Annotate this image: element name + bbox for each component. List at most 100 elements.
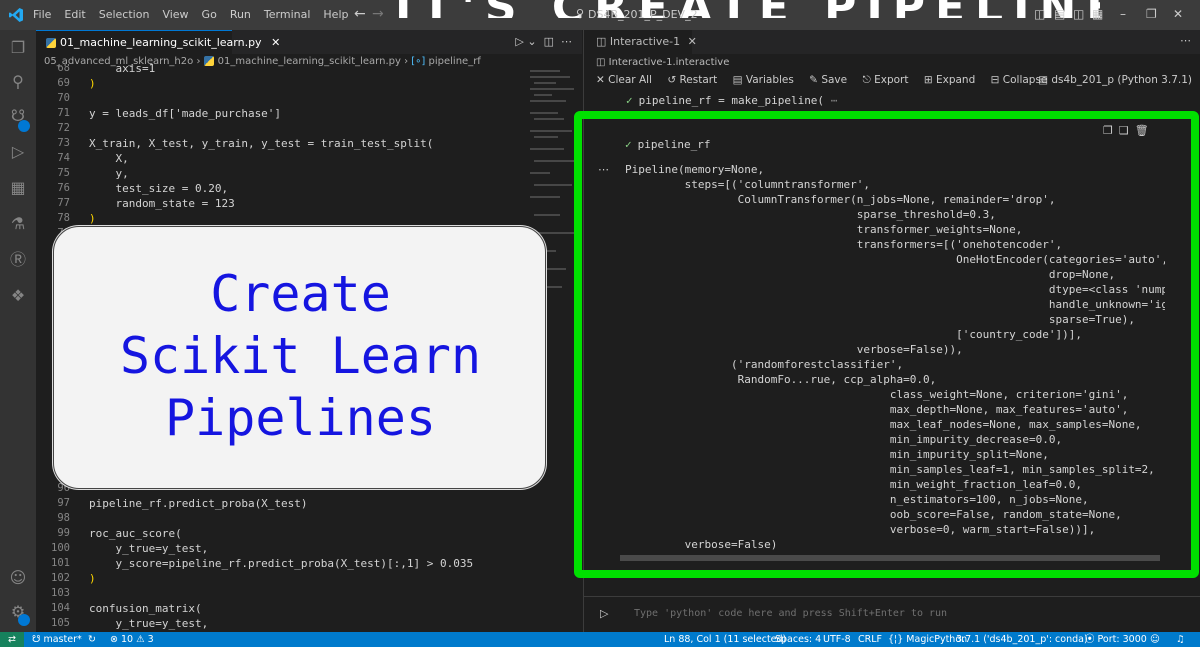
settings-badge-icon	[18, 614, 30, 626]
code-text: y = leads_df['made_purchase']	[89, 107, 282, 120]
line-number: 72	[57, 122, 70, 134]
line-number: 71	[57, 107, 70, 119]
line-number: 77	[57, 197, 70, 209]
accounts-icon[interactable]: ☺	[8, 568, 28, 588]
line-number: 103	[51, 587, 70, 599]
input-placeholder: Type 'python' code here and press Shift+…	[634, 608, 948, 619]
previous-cell-code: pipeline_rf = make_pipeline(	[638, 94, 825, 107]
menu-selection[interactable]: Selection	[99, 8, 150, 21]
output-line: dtype=<class 'numpy.float64	[1048, 283, 1165, 296]
expand-button[interactable]: ⊞ Expand	[924, 74, 975, 86]
line-number: 104	[51, 602, 70, 614]
close-window-icon[interactable]: ✕	[1173, 7, 1183, 21]
eol-status[interactable]: CRLF	[858, 632, 882, 647]
menu-edit[interactable]: Edit	[64, 8, 85, 21]
command-center[interactable]: ⚲ DS4B_201_P_DEV_2	[568, 5, 800, 25]
menu-run[interactable]: Run	[230, 8, 251, 21]
save-button[interactable]: ✎ Save	[809, 74, 847, 86]
cell-actions: ❐❑🗑	[1103, 124, 1155, 137]
run-debug-icon[interactable]: ▷	[8, 142, 28, 162]
code-text: random_state = 123	[89, 197, 235, 210]
code-text: y_score=pipeline_rf.predict_proba(X_test…	[89, 557, 474, 570]
cell-output: Pipeline(memory=None, steps=[('columntra…	[625, 162, 1165, 552]
branch-icon: ☋	[32, 634, 41, 645]
line-number: 78	[57, 212, 70, 224]
restart-button[interactable]: ↺ Restart	[667, 74, 717, 86]
code-text: y_true=y_test,	[89, 617, 209, 630]
line-number: 76	[57, 182, 70, 194]
remote-indicator-icon[interactable]: ⇄	[0, 632, 24, 647]
run-dropdown-icon[interactable]: ⌄	[527, 35, 536, 48]
search-icon: ⚲	[576, 7, 585, 20]
code-text: axis=1	[89, 64, 156, 75]
close-icon: ✕	[596, 74, 605, 86]
sync-icon[interactable]: ↻	[88, 632, 96, 647]
menu-go[interactable]: Go	[202, 8, 217, 21]
output-menu-icon[interactable]: ⋯	[598, 163, 609, 176]
line-number: 97	[57, 497, 70, 509]
interactive-input[interactable]: ▷ Type 'python' code here and press Shif…	[584, 596, 1200, 632]
restore-icon[interactable]: ❐	[1146, 7, 1157, 21]
minimize-icon[interactable]: –	[1120, 7, 1126, 21]
branch-status[interactable]: ☋ master*	[32, 632, 82, 647]
output-line: max_leaf_nodes=None, max_samples=None,	[625, 418, 1142, 431]
search-icon[interactable]: ⚲	[8, 72, 28, 92]
split-editor-icon[interactable]: ◫	[544, 35, 554, 48]
problems-status[interactable]: ⊗ 10 ⚠ 3	[110, 632, 154, 647]
line-number: 68	[57, 64, 70, 74]
forward-arrow-icon[interactable]: →	[372, 6, 384, 22]
menu-view[interactable]: View	[162, 8, 188, 21]
explorer-icon[interactable]: ❐	[8, 38, 28, 58]
output-line: verbose=False)	[625, 538, 778, 551]
cell-code[interactable]: ✓ pipeline_rf	[625, 138, 710, 151]
goto-code-icon[interactable]: ❑	[1119, 124, 1135, 137]
copy-icon[interactable]: ❐	[1103, 124, 1119, 137]
python-interpreter[interactable]: 3.7.1 ('ds4b_201_p': conda)	[956, 632, 1088, 647]
more-actions-icon[interactable]: ⋯	[1180, 34, 1191, 47]
branch-label: master*	[43, 634, 82, 645]
python-icon[interactable]: ❖	[8, 286, 28, 306]
close-tab-icon[interactable]: ✕	[271, 36, 280, 49]
export-icon: ⎋	[862, 74, 871, 86]
back-arrow-icon[interactable]: ←	[354, 6, 366, 22]
encoding-status[interactable]: UTF-8	[823, 632, 851, 647]
feedback-icon[interactable]: ☺	[1150, 632, 1160, 647]
activity-bar: ❐ ⚲ ☋ ▷ ▦ ⚗ Ⓡ ❖ ☺ ⚙	[0, 30, 36, 632]
export-button[interactable]: ⎋ Export	[862, 74, 908, 86]
secondary-sidebar-icon[interactable]: ◫	[1073, 7, 1084, 21]
kernel-picker[interactable]: ▤ ds4b_201_p (Python 3.7.1)	[1038, 74, 1192, 86]
notifications-bell-icon[interactable]: ♫	[1176, 632, 1185, 647]
testing-flask-icon[interactable]: ⚗	[8, 214, 28, 234]
horizontal-scrollbar[interactable]	[620, 555, 1160, 561]
extensions-icon[interactable]: ▦	[8, 178, 28, 198]
customize-layout-icon[interactable]: ▦	[1092, 7, 1103, 21]
line-number: 98	[57, 512, 70, 524]
close-tab-icon[interactable]: ✕	[688, 35, 697, 48]
run-file-icon[interactable]: ▷	[515, 35, 523, 48]
output-line: drop=None,	[625, 268, 1116, 281]
interactive-crumb-label[interactable]: Interactive-1.interactive	[609, 57, 730, 68]
menu-help[interactable]: Help	[323, 8, 348, 21]
clear-all-button[interactable]: ✕ Clear All	[596, 74, 652, 86]
output-line: verbose=False)),	[625, 343, 963, 356]
run-cell-icon[interactable]: ▷	[600, 607, 608, 620]
previous-cell[interactable]: ✓ pipeline_rf = make_pipeline( ⋯	[626, 94, 837, 107]
editor-tab-label: 01_machine_learning_scikit_learn.py	[60, 36, 262, 49]
interactive-tab[interactable]: ◫ Interactive-1 ✕	[584, 30, 697, 54]
editor-tab[interactable]: 01_machine_learning_scikit_learn.py ✕	[36, 30, 280, 54]
r-language-icon[interactable]: Ⓡ	[8, 250, 28, 270]
collapse-icon: ⊟	[990, 74, 1000, 86]
restart-icon: ↺	[667, 74, 677, 86]
panel-toggle-icon[interactable]: ▤	[1054, 7, 1065, 21]
more-actions-icon[interactable]: ⋯	[561, 35, 572, 48]
variables-button[interactable]: ▤ Variables	[733, 74, 794, 86]
delete-trash-icon[interactable]: 🗑	[1135, 124, 1155, 137]
line-number: 105	[51, 617, 70, 629]
cursor-position[interactable]: Ln 88, Col 1 (11 selected)	[664, 632, 786, 647]
menu-terminal[interactable]: Terminal	[264, 8, 311, 21]
layout-toggle-icon[interactable]: ◫	[1034, 7, 1045, 21]
indentation-status[interactable]: Spaces: 4	[775, 632, 821, 647]
code-text: confusion_matrix(	[89, 602, 202, 615]
menu-file[interactable]: File	[33, 8, 51, 21]
live-server-port[interactable]: ⦿ Port: 3000	[1085, 632, 1147, 647]
